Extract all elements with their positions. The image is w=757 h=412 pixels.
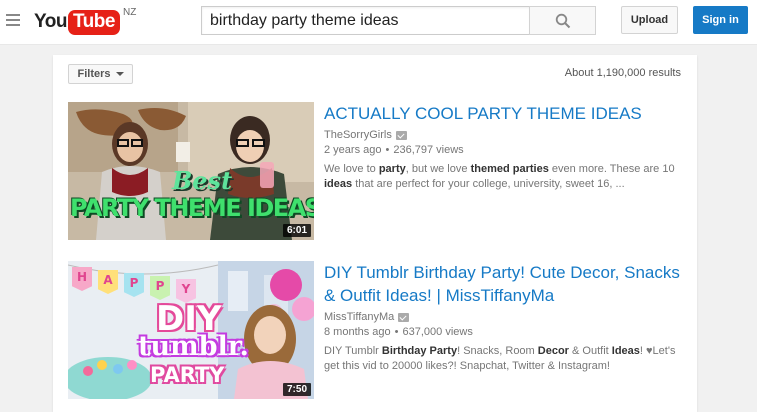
video-thumbnail[interactable]: HAPPY DIY tumblr. PARTY 7:50 — [68, 261, 314, 399]
keyword-highlight: Decor — [537, 345, 569, 357]
thumb-text-tumblr: tumblr. — [138, 331, 249, 362]
separator-dot: • — [394, 326, 399, 338]
video-stats: 8 months ago • 637,000 views — [324, 326, 680, 338]
video-duration: 6:01 — [282, 224, 311, 237]
description-text: even more. These are 10 — [548, 163, 675, 175]
youtube-logo[interactable]: You Tube NZ — [34, 6, 136, 38]
upload-age: 2 years ago — [324, 144, 382, 156]
video-description: DIY Tumblr Birthday Party! Snacks, Room … — [324, 344, 680, 374]
menu-icon[interactable] — [6, 14, 20, 28]
banner-flag: A — [98, 270, 118, 294]
sign-in-button[interactable]: Sign in — [693, 6, 748, 34]
upload-button[interactable]: Upload — [621, 6, 678, 34]
video-title-link[interactable]: DIY Tumblr Birthday Party! Cute Decor, S… — [324, 261, 680, 307]
keyword-highlight: ideas — [324, 178, 353, 190]
description-text: ! Snacks, Room — [457, 345, 538, 357]
keyword-highlight: Ideas — [611, 345, 640, 357]
thumb-text-party: PARTY — [150, 363, 225, 387]
result-meta: ACTUALLY COOL PARTY THEME IDEAS TheSorry… — [324, 102, 680, 192]
video-title-link[interactable]: ACTUALLY COOL PARTY THEME IDEAS — [324, 102, 680, 125]
thumb-text-party-theme: PARTY THEME IDEAS — [70, 194, 314, 222]
results-count: About 1,190,000 results — [564, 67, 681, 79]
filters-label: Filters — [77, 68, 111, 80]
region-label: NZ — [122, 7, 137, 18]
search-icon — [555, 13, 570, 28]
caret-down-icon — [115, 72, 124, 76]
channel-row: TheSorryGirls — [324, 129, 680, 141]
channel-link[interactable]: MissTiffanyMa — [324, 311, 394, 323]
verified-icon — [395, 130, 407, 140]
filters-button[interactable]: Filters — [68, 64, 133, 84]
thumb-text-best: Best — [172, 166, 233, 195]
banner-flag: P — [124, 273, 144, 297]
video-stats: 2 years ago • 236,797 views — [324, 144, 680, 156]
description-text: , but we love — [405, 163, 471, 175]
upload-age: 8 months ago — [324, 326, 391, 338]
description-text: that are perfect for your college, unive… — [352, 178, 625, 190]
keyword-highlight: party — [378, 163, 406, 175]
view-count: 236,797 views — [393, 144, 464, 156]
logo-tube-text: Tube — [67, 9, 120, 35]
result-meta: DIY Tumblr Birthday Party! Cute Decor, S… — [324, 261, 680, 374]
banner-flag: P — [150, 276, 170, 300]
search-box — [201, 6, 530, 35]
search-input[interactable] — [202, 7, 530, 34]
video-duration: 7:50 — [282, 383, 311, 396]
video-thumbnail[interactable]: Best PARTY THEME IDEAS 6:01 — [68, 102, 314, 240]
channel-link[interactable]: TheSorryGirls — [324, 129, 392, 141]
search-button[interactable] — [529, 6, 596, 35]
view-count: 637,000 views — [402, 326, 473, 338]
keyword-highlight: Birthday Party — [381, 345, 458, 357]
video-description: We love to party, but we love themed par… — [324, 162, 680, 192]
channel-row: MissTiffanyMa — [324, 311, 680, 323]
logo-you-text: You — [34, 11, 67, 32]
banner-flag: H — [72, 267, 92, 291]
results-panel: Filters About 1,190,000 results Best PAR… — [53, 55, 697, 412]
keyword-highlight: themed parties — [470, 163, 549, 175]
masthead: You Tube NZ Upload Sign in — [0, 0, 757, 45]
separator-dot: • — [385, 144, 390, 156]
description-text: DIY Tumblr — [324, 345, 382, 357]
verified-icon — [398, 312, 410, 322]
description-text: We love to — [324, 163, 379, 175]
description-text: & Outfit — [568, 345, 612, 357]
